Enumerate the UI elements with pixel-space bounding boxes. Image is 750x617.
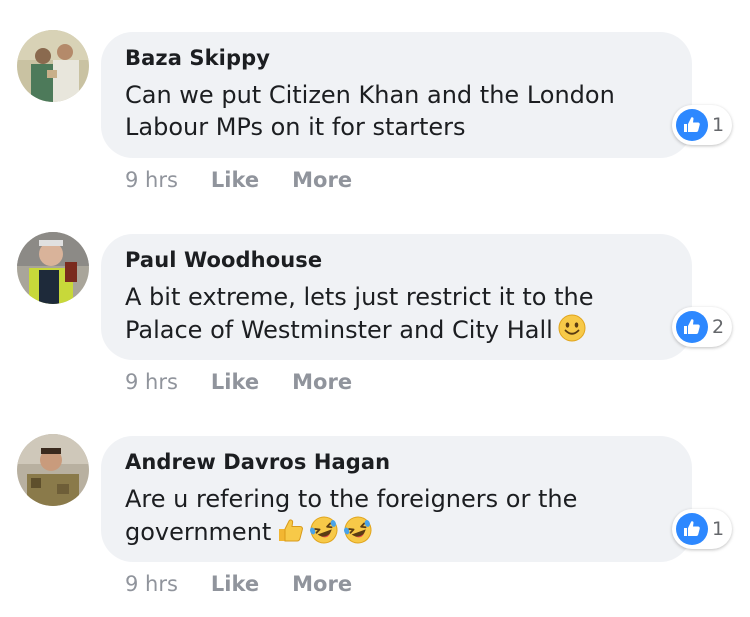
reaction-summary[interactable]: 1	[672, 509, 733, 549]
comment-text: Are u refering to the foreigners or the …	[125, 483, 668, 548]
like-button[interactable]: Like	[211, 370, 259, 394]
comment-actions: 9 hrs Like More	[125, 166, 352, 194]
more-button[interactable]: More	[292, 370, 352, 394]
author-name[interactable]: Andrew Davros Hagan	[125, 448, 668, 476]
reaction-summary[interactable]: 1	[672, 105, 733, 145]
comment-text: A bit extreme, lets just restrict it to …	[125, 281, 668, 346]
timestamp[interactable]: 9 hrs	[125, 572, 178, 596]
reaction-summary[interactable]: 2	[672, 307, 733, 347]
avatar[interactable]	[17, 232, 89, 304]
timestamp[interactable]: 9 hrs	[125, 370, 178, 394]
comment-actions: 9 hrs Like More	[125, 570, 352, 598]
rolling-laughing-emoji	[309, 515, 339, 545]
author-name[interactable]: Baza Skippy	[125, 44, 668, 72]
reaction-count: 1	[712, 518, 725, 540]
like-thumb-icon	[676, 311, 708, 343]
like-thumb-icon	[676, 513, 708, 545]
like-button[interactable]: Like	[211, 168, 259, 192]
comment-text: Can we put Citizen Khan and the London L…	[125, 81, 615, 141]
more-button[interactable]: More	[292, 168, 352, 192]
timestamp[interactable]: 9 hrs	[125, 168, 178, 192]
comment-text-content: A bit extreme, lets just restrict it to …	[125, 283, 594, 344]
like-thumb-icon	[676, 109, 708, 141]
reaction-count: 2	[712, 316, 725, 338]
rolling-laughing-emoji	[343, 515, 373, 545]
avatar[interactable]	[17, 30, 89, 102]
thumbs-up-emoji	[275, 515, 305, 545]
more-button[interactable]: More	[292, 572, 352, 596]
comment-bubble: Paul Woodhouse A bit extreme, lets just …	[101, 234, 692, 360]
avatar[interactable]	[17, 434, 89, 506]
comment-bubble: Baza Skippy Can we put Citizen Khan and …	[101, 32, 692, 158]
like-button[interactable]: Like	[211, 572, 259, 596]
comment-bubble: Andrew Davros Hagan Are u refering to th…	[101, 436, 692, 562]
comment-actions: 9 hrs Like More	[125, 368, 352, 396]
author-name[interactable]: Paul Woodhouse	[125, 246, 668, 274]
smile-emoji	[557, 313, 587, 343]
reaction-count: 1	[712, 114, 725, 136]
